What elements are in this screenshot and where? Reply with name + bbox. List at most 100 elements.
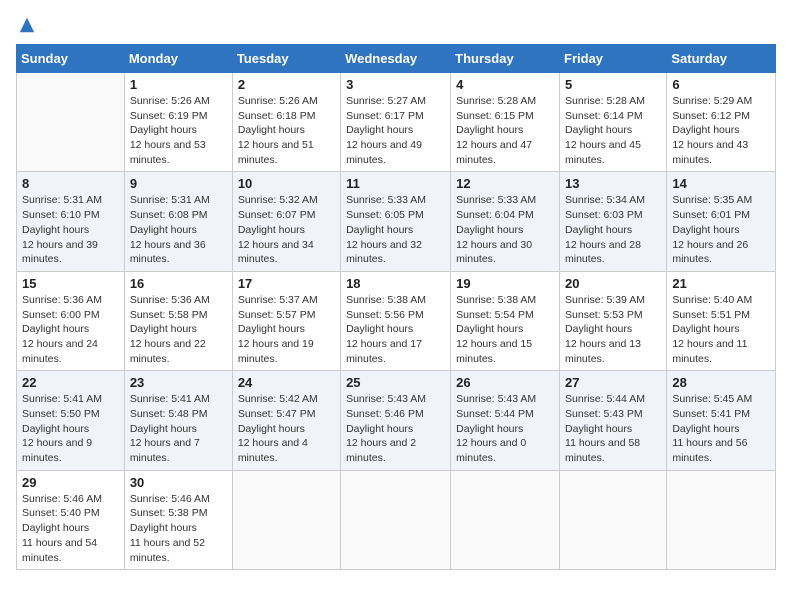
calendar-cell: 5 Sunrise: 5:28 AMSunset: 6:14 PMDayligh… xyxy=(560,73,667,172)
calendar-cell: 27 Sunrise: 5:44 AMSunset: 5:43 PMDaylig… xyxy=(560,371,667,470)
day-info: Sunrise: 5:43 AMSunset: 5:44 PMDaylight … xyxy=(456,393,536,464)
day-info: Sunrise: 5:41 AMSunset: 5:48 PMDaylight … xyxy=(130,393,210,464)
day-number: 16 xyxy=(130,276,227,291)
day-info: Sunrise: 5:35 AMSunset: 6:01 PMDaylight … xyxy=(672,194,752,265)
day-number: 24 xyxy=(238,375,335,390)
day-number: 11 xyxy=(346,176,445,191)
weekday-header-friday: Friday xyxy=(560,45,667,73)
weekday-header-thursday: Thursday xyxy=(451,45,560,73)
day-info: Sunrise: 5:27 AMSunset: 6:17 PMDaylight … xyxy=(346,95,426,166)
day-info: Sunrise: 5:33 AMSunset: 6:04 PMDaylight … xyxy=(456,194,536,265)
day-info: Sunrise: 5:42 AMSunset: 5:47 PMDaylight … xyxy=(238,393,318,464)
day-info: Sunrise: 5:46 AMSunset: 5:38 PMDaylight … xyxy=(130,493,210,564)
calendar-table: SundayMondayTuesdayWednesdayThursdayFrid… xyxy=(16,44,776,570)
day-number: 5 xyxy=(565,77,661,92)
calendar-cell: 3 Sunrise: 5:27 AMSunset: 6:17 PMDayligh… xyxy=(341,73,451,172)
day-number: 3 xyxy=(346,77,445,92)
calendar-week-row: 8 Sunrise: 5:31 AMSunset: 6:10 PMDayligh… xyxy=(17,172,776,271)
day-number: 29 xyxy=(22,475,119,490)
calendar-cell: 15 Sunrise: 5:36 AMSunset: 6:00 PMDaylig… xyxy=(17,271,125,370)
calendar-cell xyxy=(232,470,340,569)
day-info: Sunrise: 5:45 AMSunset: 5:41 PMDaylight … xyxy=(672,393,752,464)
day-number: 30 xyxy=(130,475,227,490)
day-info: Sunrise: 5:32 AMSunset: 6:07 PMDaylight … xyxy=(238,194,318,265)
calendar-cell: 23 Sunrise: 5:41 AMSunset: 5:48 PMDaylig… xyxy=(124,371,232,470)
day-number: 25 xyxy=(346,375,445,390)
day-number: 8 xyxy=(22,176,119,191)
calendar-week-row: 15 Sunrise: 5:36 AMSunset: 6:00 PMDaylig… xyxy=(17,271,776,370)
day-number: 15 xyxy=(22,276,119,291)
calendar-header-row: SundayMondayTuesdayWednesdayThursdayFrid… xyxy=(17,45,776,73)
calendar-cell: 12 Sunrise: 5:33 AMSunset: 6:04 PMDaylig… xyxy=(451,172,560,271)
day-number: 26 xyxy=(456,375,554,390)
calendar-week-row: 29 Sunrise: 5:46 AMSunset: 5:40 PMDaylig… xyxy=(17,470,776,569)
day-number: 9 xyxy=(130,176,227,191)
day-info: Sunrise: 5:36 AMSunset: 6:00 PMDaylight … xyxy=(22,294,102,365)
day-number: 22 xyxy=(22,375,119,390)
day-info: Sunrise: 5:31 AMSunset: 6:08 PMDaylight … xyxy=(130,194,210,265)
day-info: Sunrise: 5:38 AMSunset: 5:54 PMDaylight … xyxy=(456,294,536,365)
calendar-cell: 26 Sunrise: 5:43 AMSunset: 5:44 PMDaylig… xyxy=(451,371,560,470)
day-info: Sunrise: 5:29 AMSunset: 6:12 PMDaylight … xyxy=(672,95,752,166)
day-number: 19 xyxy=(456,276,554,291)
day-number: 1 xyxy=(130,77,227,92)
calendar-cell: 4 Sunrise: 5:28 AMSunset: 6:15 PMDayligh… xyxy=(451,73,560,172)
day-number: 21 xyxy=(672,276,770,291)
calendar-cell: 19 Sunrise: 5:38 AMSunset: 5:54 PMDaylig… xyxy=(451,271,560,370)
calendar-week-row: 1 Sunrise: 5:26 AMSunset: 6:19 PMDayligh… xyxy=(17,73,776,172)
day-info: Sunrise: 5:44 AMSunset: 5:43 PMDaylight … xyxy=(565,393,645,464)
day-info: Sunrise: 5:39 AMSunset: 5:53 PMDaylight … xyxy=(565,294,645,365)
day-number: 20 xyxy=(565,276,661,291)
day-info: Sunrise: 5:37 AMSunset: 5:57 PMDaylight … xyxy=(238,294,318,365)
day-number: 27 xyxy=(565,375,661,390)
day-number: 14 xyxy=(672,176,770,191)
day-info: Sunrise: 5:26 AMSunset: 6:18 PMDaylight … xyxy=(238,95,318,166)
calendar-cell: 9 Sunrise: 5:31 AMSunset: 6:08 PMDayligh… xyxy=(124,172,232,271)
day-number: 17 xyxy=(238,276,335,291)
calendar-cell: 10 Sunrise: 5:32 AMSunset: 6:07 PMDaylig… xyxy=(232,172,340,271)
calendar-cell xyxy=(667,470,776,569)
day-number: 6 xyxy=(672,77,770,92)
calendar-cell: 30 Sunrise: 5:46 AMSunset: 5:38 PMDaylig… xyxy=(124,470,232,569)
weekday-header-tuesday: Tuesday xyxy=(232,45,340,73)
day-number: 28 xyxy=(672,375,770,390)
calendar-body: 1 Sunrise: 5:26 AMSunset: 6:19 PMDayligh… xyxy=(17,73,776,570)
calendar-cell: 21 Sunrise: 5:40 AMSunset: 5:51 PMDaylig… xyxy=(667,271,776,370)
weekday-header-monday: Monday xyxy=(124,45,232,73)
calendar-cell: 22 Sunrise: 5:41 AMSunset: 5:50 PMDaylig… xyxy=(17,371,125,470)
calendar-cell: 8 Sunrise: 5:31 AMSunset: 6:10 PMDayligh… xyxy=(17,172,125,271)
calendar-cell: 16 Sunrise: 5:36 AMSunset: 5:58 PMDaylig… xyxy=(124,271,232,370)
day-info: Sunrise: 5:28 AMSunset: 6:15 PMDaylight … xyxy=(456,95,536,166)
calendar-cell: 18 Sunrise: 5:38 AMSunset: 5:56 PMDaylig… xyxy=(341,271,451,370)
calendar-cell: 25 Sunrise: 5:43 AMSunset: 5:46 PMDaylig… xyxy=(341,371,451,470)
day-info: Sunrise: 5:31 AMSunset: 6:10 PMDaylight … xyxy=(22,194,102,265)
calendar-cell: 29 Sunrise: 5:46 AMSunset: 5:40 PMDaylig… xyxy=(17,470,125,569)
calendar-cell: 13 Sunrise: 5:34 AMSunset: 6:03 PMDaylig… xyxy=(560,172,667,271)
day-info: Sunrise: 5:26 AMSunset: 6:19 PMDaylight … xyxy=(130,95,210,166)
day-info: Sunrise: 5:28 AMSunset: 6:14 PMDaylight … xyxy=(565,95,645,166)
day-info: Sunrise: 5:43 AMSunset: 5:46 PMDaylight … xyxy=(346,393,426,464)
calendar-cell xyxy=(17,73,125,172)
calendar-cell: 1 Sunrise: 5:26 AMSunset: 6:19 PMDayligh… xyxy=(124,73,232,172)
calendar-cell: 28 Sunrise: 5:45 AMSunset: 5:41 PMDaylig… xyxy=(667,371,776,470)
calendar-cell xyxy=(341,470,451,569)
weekday-header-sunday: Sunday xyxy=(17,45,125,73)
calendar-cell: 11 Sunrise: 5:33 AMSunset: 6:05 PMDaylig… xyxy=(341,172,451,271)
day-info: Sunrise: 5:33 AMSunset: 6:05 PMDaylight … xyxy=(346,194,426,265)
day-number: 23 xyxy=(130,375,227,390)
weekday-header-wednesday: Wednesday xyxy=(341,45,451,73)
calendar-cell: 6 Sunrise: 5:29 AMSunset: 6:12 PMDayligh… xyxy=(667,73,776,172)
weekday-header-saturday: Saturday xyxy=(667,45,776,73)
calendar-cell xyxy=(451,470,560,569)
day-info: Sunrise: 5:36 AMSunset: 5:58 PMDaylight … xyxy=(130,294,210,365)
day-number: 10 xyxy=(238,176,335,191)
day-number: 2 xyxy=(238,77,335,92)
day-info: Sunrise: 5:40 AMSunset: 5:51 PMDaylight … xyxy=(672,294,752,365)
calendar-cell: 17 Sunrise: 5:37 AMSunset: 5:57 PMDaylig… xyxy=(232,271,340,370)
calendar-cell: 20 Sunrise: 5:39 AMSunset: 5:53 PMDaylig… xyxy=(560,271,667,370)
day-info: Sunrise: 5:46 AMSunset: 5:40 PMDaylight … xyxy=(22,493,102,564)
calendar-cell xyxy=(560,470,667,569)
day-info: Sunrise: 5:38 AMSunset: 5:56 PMDaylight … xyxy=(346,294,426,365)
page-header xyxy=(16,16,776,34)
day-info: Sunrise: 5:41 AMSunset: 5:50 PMDaylight … xyxy=(22,393,102,464)
